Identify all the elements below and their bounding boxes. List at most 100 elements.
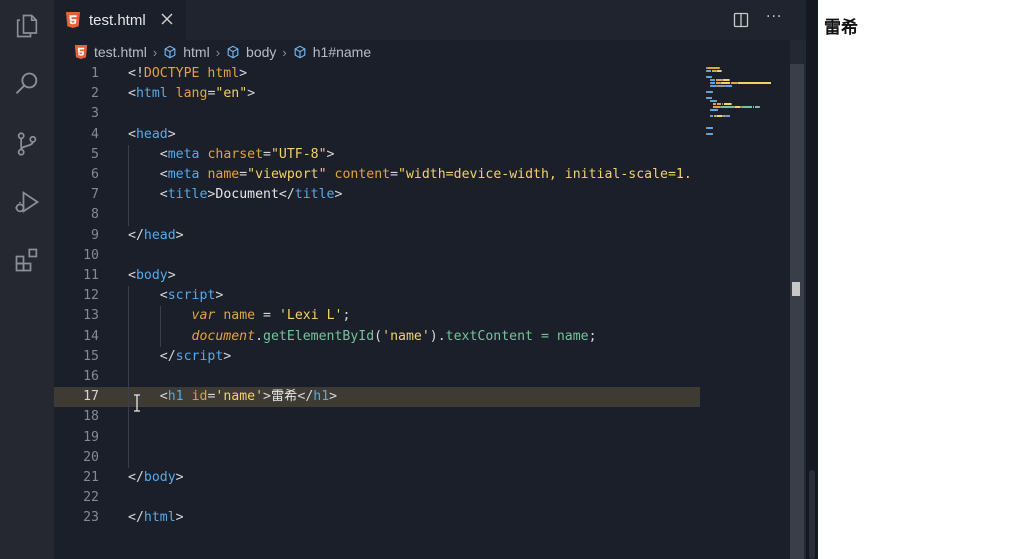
- code-token: >: [167, 268, 176, 283]
- more-actions-icon[interactable]: ···: [766, 9, 786, 29]
- minimap-stroke: [711, 82, 715, 84]
- code-token: 'Lexi L': [278, 308, 343, 324]
- close-icon[interactable]: [158, 10, 176, 28]
- chevron-right-icon: ›: [152, 44, 158, 60]
- code-token: </: [278, 187, 295, 203]
- code-token: body: [135, 268, 168, 283]
- code-line[interactable]: 10: [54, 246, 700, 266]
- minimap-stroke: [731, 85, 732, 87]
- code-line[interactable]: 17 <h1 id='name'>雷希</h1>: [54, 387, 700, 408]
- minimap-stroke: [713, 103, 716, 105]
- code-token: >: [326, 146, 335, 162]
- breadcrumb-item-html[interactable]: html: [163, 44, 210, 60]
- code-line[interactable]: 14 document.getElementById('name').textC…: [54, 326, 700, 347]
- code-editor[interactable]: 1 <!DOCTYPE html> 2 <html lang="en"> 3 4 <head…: [54, 64, 700, 559]
- code-token: =: [263, 146, 271, 162]
- minimap-stroke: [729, 115, 730, 117]
- code-token: <: [128, 86, 136, 102]
- source-control-icon[interactable]: [0, 120, 54, 168]
- code-line[interactable]: 3: [54, 104, 700, 124]
- minimap[interactable]: [700, 64, 790, 559]
- code-line[interactable]: 21 </body>: [54, 468, 700, 488]
- code-token: >: [247, 86, 256, 102]
- code-text: <head>: [128, 125, 176, 145]
- code-line[interactable]: 12 <script>: [54, 286, 700, 307]
- code-line[interactable]: 1 <!DOCTYPE html>: [54, 64, 700, 84]
- code-line[interactable]: 2 <html lang="en">: [54, 84, 700, 104]
- code-text: <h1 id='name'>雷希</h1>: [128, 387, 337, 407]
- code-token: document: [191, 328, 256, 344]
- code-line[interactable]: 23 </html>: [54, 508, 700, 528]
- code-token: </: [128, 470, 144, 485]
- code-token: .: [255, 328, 264, 344]
- activity-bar: [0, 0, 54, 559]
- code-line[interactable]: 19: [54, 427, 700, 448]
- breadcrumb-item-file[interactable]: test.html: [74, 44, 147, 60]
- explorer-icon[interactable]: [0, 2, 54, 50]
- code-token: 'name': [215, 389, 264, 405]
- code-text: <html lang="en">: [128, 84, 255, 104]
- code-line[interactable]: 4 <head>: [54, 125, 700, 145]
- code-line[interactable]: 6 <meta name="viewport" content="width=d…: [54, 165, 700, 186]
- code-token: DOCTYPE html: [143, 66, 240, 81]
- code-text: <!DOCTYPE html>: [128, 64, 247, 84]
- code-line[interactable]: 9 </head>: [54, 226, 700, 246]
- code-token: <: [128, 126, 136, 142]
- code-token: ;: [588, 328, 597, 344]
- tab-test-html[interactable]: test.html: [54, 0, 186, 40]
- code-line[interactable]: 8: [54, 205, 700, 226]
- code-line[interactable]: 15 </script>: [54, 346, 700, 367]
- code-token: >: [263, 389, 271, 405]
- code-token: =: [263, 308, 271, 324]
- minimap-stroke: [721, 82, 730, 84]
- code-text: </head>: [128, 226, 184, 246]
- scrollbar-thumb[interactable]: [790, 64, 804, 559]
- code-token: >: [175, 510, 184, 526]
- line-number: 11: [83, 268, 99, 283]
- code-text: <meta charset="UTF-8">: [128, 145, 335, 165]
- code-line[interactable]: 20: [54, 447, 700, 468]
- split-editor-icon[interactable]: [733, 12, 749, 28]
- code-token: (: [374, 328, 383, 344]
- extensions-icon[interactable]: [0, 236, 54, 284]
- code-line[interactable]: 11 <body>: [54, 266, 700, 286]
- minimap-stroke: [712, 133, 713, 135]
- code-token: script: [167, 288, 216, 304]
- code-line[interactable]: 18: [54, 407, 700, 428]
- code-line[interactable]: 13 var name = 'Lexi L';: [54, 306, 700, 327]
- breadcrumb-item-body[interactable]: body: [226, 44, 276, 60]
- code-token: name: [207, 167, 240, 182]
- code-line[interactable]: 5 <meta charset="UTF-8">: [54, 144, 700, 165]
- html5-icon: [66, 12, 80, 28]
- line-number: 1: [91, 66, 99, 81]
- line-number: 6: [91, 167, 99, 182]
- code-token: <!: [128, 66, 144, 81]
- code-line[interactable]: 16: [54, 367, 700, 388]
- tab-label: test.html: [89, 11, 146, 29]
- minimap-stroke: [753, 106, 754, 108]
- code-token: =: [390, 167, 399, 182]
- run-debug-icon[interactable]: [0, 178, 54, 226]
- code-token: >: [329, 389, 338, 405]
- line-number: 23: [83, 510, 99, 526]
- code-text: document.getElementById('name').textCont…: [128, 327, 597, 347]
- breadcrumb-label: test.html: [94, 44, 147, 60]
- minimap-stroke: [738, 82, 771, 84]
- breadcrumb-item-h1[interactable]: h1#name: [293, 44, 371, 60]
- code-token: >: [223, 348, 232, 364]
- code-token: <: [159, 167, 168, 182]
- minimap-stroke: [742, 106, 752, 108]
- code-line[interactable]: 7 <title>Document</title>: [54, 185, 700, 206]
- code-token: html: [143, 510, 176, 526]
- code-token: lang: [175, 86, 208, 102]
- minimap-stroke: [711, 79, 715, 81]
- code-line[interactable]: 22: [54, 488, 700, 508]
- search-icon[interactable]: [0, 60, 54, 108]
- code-token: "UTF-8": [270, 146, 327, 162]
- divider-scroll-handle[interactable]: [809, 470, 815, 559]
- code-token: var: [191, 308, 216, 324]
- code-text: </body>: [128, 468, 184, 488]
